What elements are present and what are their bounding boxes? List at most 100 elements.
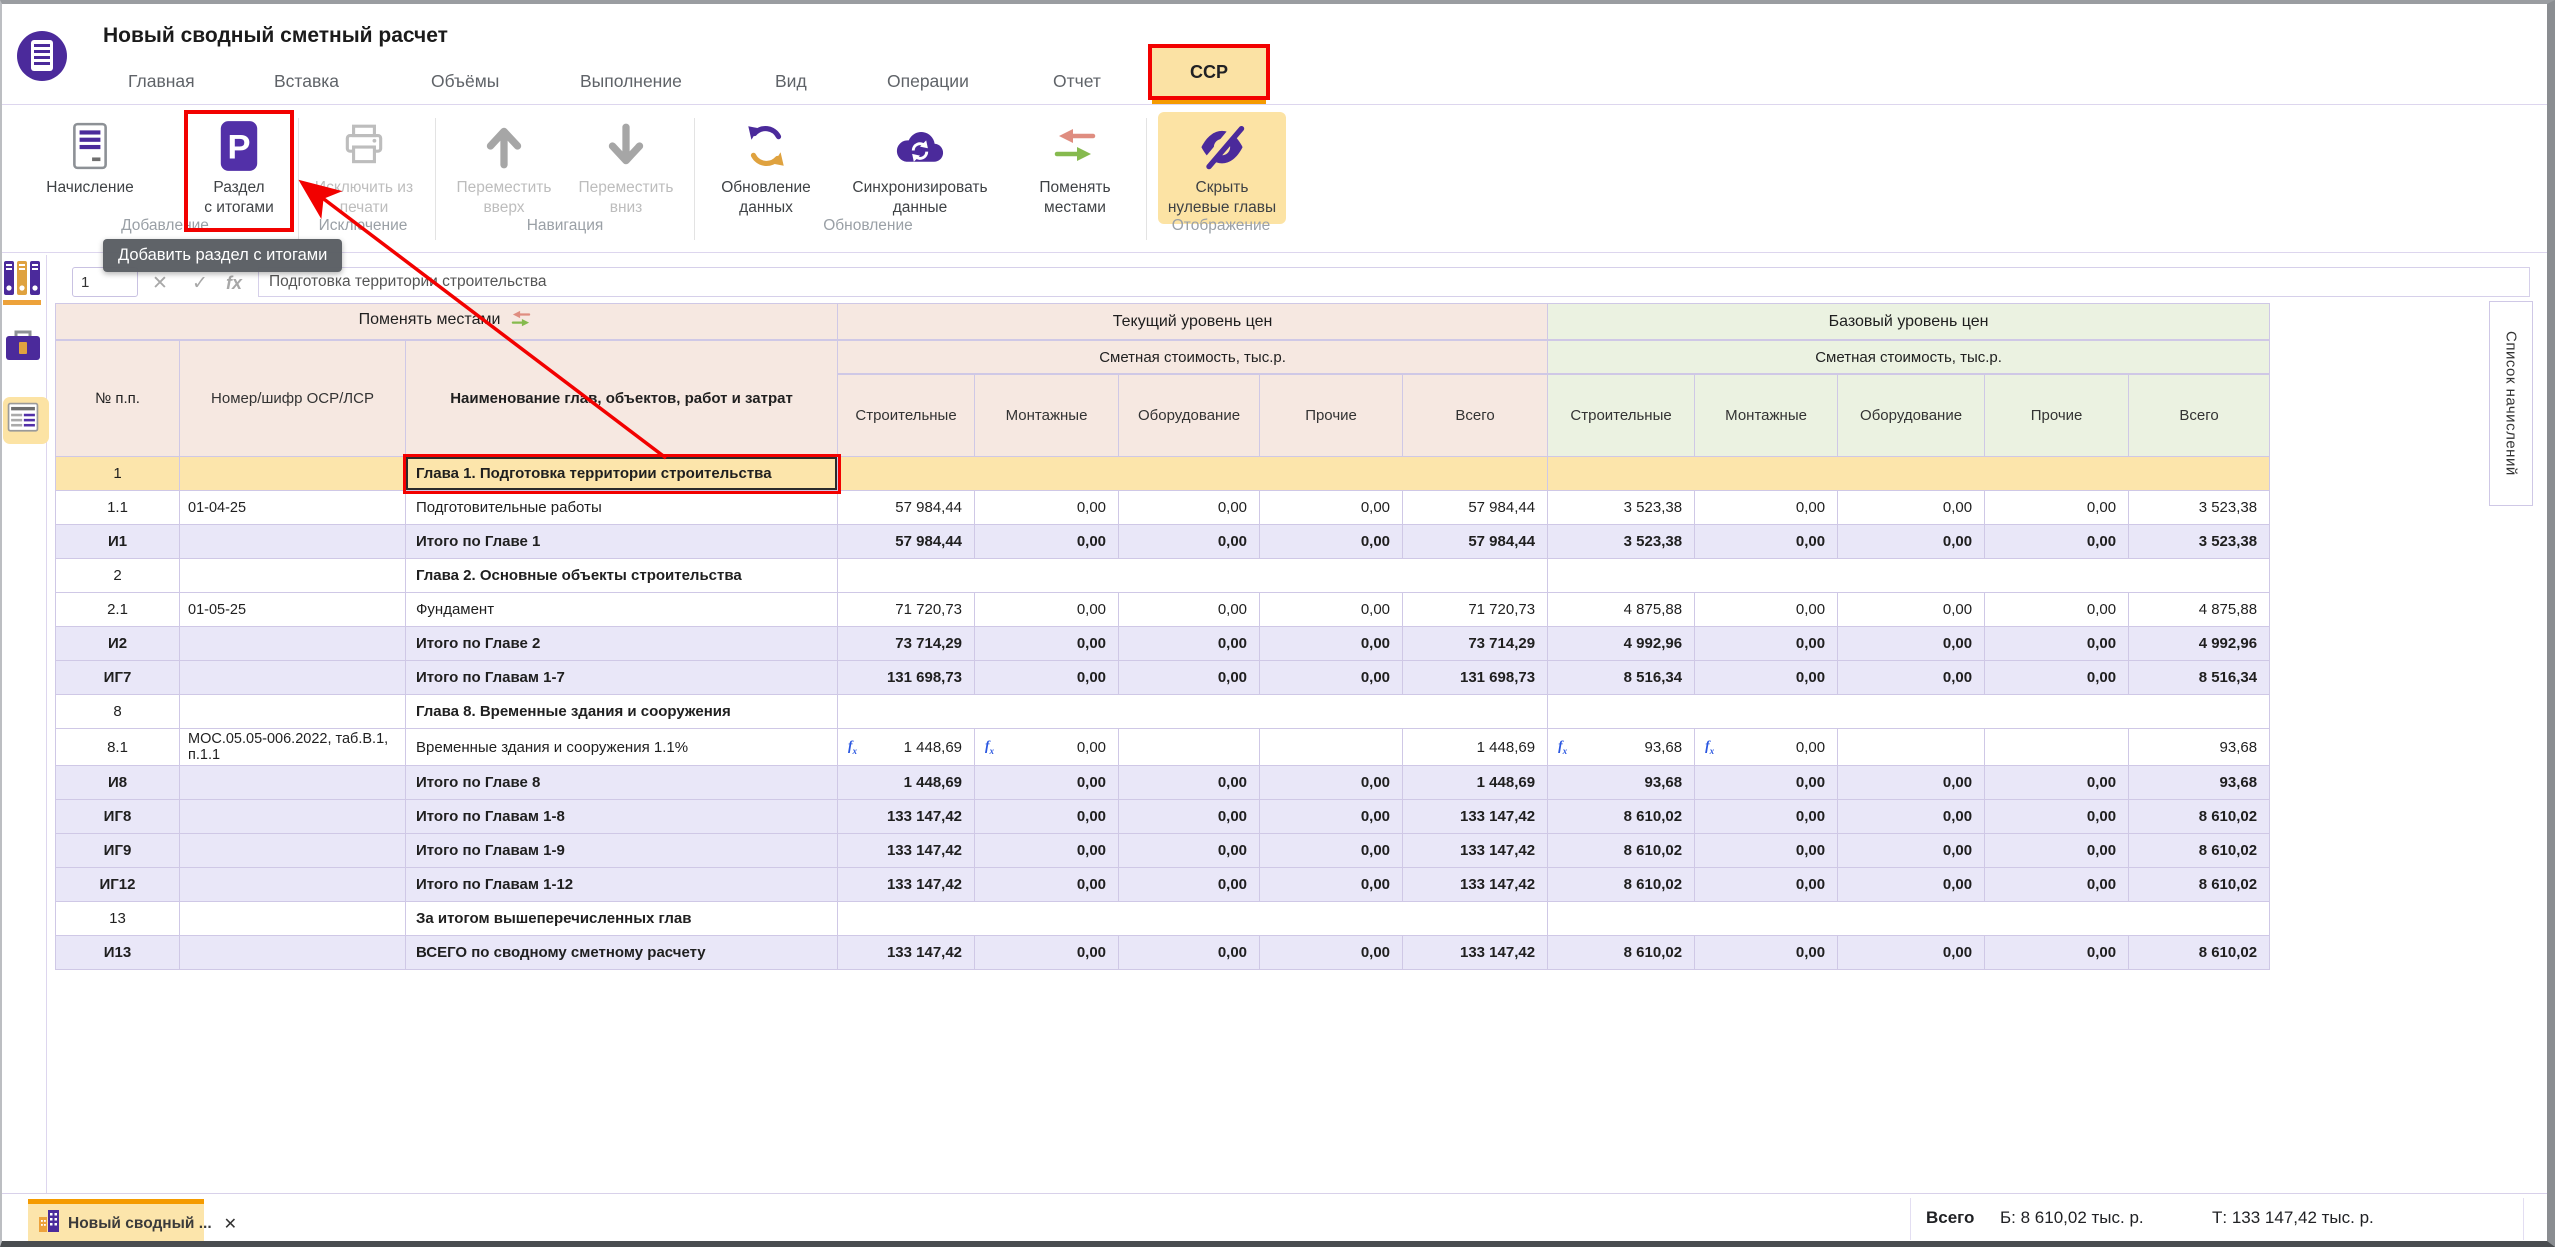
table-cell[interactable]: 0,00 bbox=[1695, 834, 1838, 868]
table-cell[interactable]: 8 610,02 bbox=[1548, 868, 1695, 902]
table-cell[interactable]: 0,00 bbox=[1119, 627, 1260, 661]
column-header[interactable]: Всего bbox=[1403, 374, 1548, 457]
table-cell[interactable]: 1 448,69 bbox=[838, 766, 975, 800]
tab-vstavka[interactable]: Вставка bbox=[274, 62, 339, 100]
column-header[interactable]: Прочие bbox=[1985, 374, 2129, 457]
table-cell[interactable]: 93,68 bbox=[1548, 766, 1695, 800]
table-cell[interactable]: ИГ9 bbox=[55, 834, 180, 868]
table-cell[interactable]: 133 147,42 bbox=[1403, 868, 1548, 902]
table-cell[interactable]: 3 523,38 bbox=[1548, 491, 1695, 525]
table-cell[interactable]: 133 147,42 bbox=[838, 936, 975, 970]
table-cell[interactable]: fx0,00 bbox=[975, 729, 1119, 766]
column-header-name[interactable]: Наименование глав, объектов, работ и зат… bbox=[406, 340, 838, 457]
table-cell[interactable]: 133 147,42 bbox=[1403, 936, 1548, 970]
table-cell[interactable]: 133 147,42 bbox=[838, 800, 975, 834]
table-cell[interactable]: 93,68 bbox=[2129, 766, 2270, 800]
table-cell[interactable]: Итого по Главам 1-7 bbox=[406, 661, 838, 695]
table-cell[interactable]: ИГ8 bbox=[55, 800, 180, 834]
table-cell[interactable]: 0,00 bbox=[1260, 766, 1403, 800]
table-cell[interactable] bbox=[838, 559, 1548, 593]
table-cell[interactable]: 8 610,02 bbox=[1548, 936, 1695, 970]
table-cell[interactable]: 0,00 bbox=[1838, 525, 1985, 559]
table-cell[interactable]: 0,00 bbox=[1695, 627, 1838, 661]
table-cell[interactable]: 0,00 bbox=[1838, 491, 1985, 525]
table-cell[interactable]: 0,00 bbox=[1119, 491, 1260, 525]
table-cell[interactable]: 0,00 bbox=[1838, 834, 1985, 868]
table-cell[interactable]: 0,00 bbox=[1838, 868, 1985, 902]
table-cell[interactable]: 0,00 bbox=[1985, 661, 2129, 695]
tab-vid[interactable]: Вид bbox=[775, 62, 807, 100]
table-cell[interactable]: 0,00 bbox=[1985, 834, 2129, 868]
table-cell[interactable]: 0,00 bbox=[1119, 593, 1260, 627]
table-cell[interactable] bbox=[1119, 729, 1260, 766]
table-cell[interactable]: ИГ12 bbox=[55, 868, 180, 902]
table-cell[interactable]: 71 720,73 bbox=[1403, 593, 1548, 627]
table-cell[interactable] bbox=[180, 834, 406, 868]
peremestit-vverh-button[interactable]: Переместить вверх bbox=[448, 114, 560, 218]
table-cell[interactable]: 57 984,44 bbox=[838, 525, 975, 559]
table-cell[interactable]: 0,00 bbox=[975, 766, 1119, 800]
table-cell[interactable] bbox=[1838, 729, 1985, 766]
table-cell[interactable]: 57 984,44 bbox=[838, 491, 975, 525]
table-cell[interactable]: 133 147,42 bbox=[1403, 800, 1548, 834]
table-cell[interactable]: 0,00 bbox=[1119, 525, 1260, 559]
close-icon[interactable]: ✕ bbox=[224, 1214, 237, 1234]
table-cell[interactable]: 0,00 bbox=[975, 936, 1119, 970]
table-cell[interactable]: 57 984,44 bbox=[1403, 491, 1548, 525]
table-cell[interactable] bbox=[838, 457, 1548, 491]
table-cell[interactable]: 0,00 bbox=[1119, 936, 1260, 970]
confirm-icon[interactable]: ✓ bbox=[192, 268, 208, 298]
table-cell[interactable]: 2.1 bbox=[55, 593, 180, 627]
table-cell[interactable] bbox=[1985, 729, 2129, 766]
tab-glavnaya[interactable]: Главная bbox=[128, 62, 195, 100]
table-cell[interactable]: 0,00 bbox=[1838, 766, 1985, 800]
table-cell[interactable]: Временные здания и сооружения 1.1% bbox=[406, 729, 838, 766]
table-cell[interactable]: Подготовительные работы bbox=[406, 491, 838, 525]
table-cell[interactable]: 3 523,38 bbox=[2129, 525, 2270, 559]
table-cell[interactable]: 8 516,34 bbox=[2129, 661, 2270, 695]
table-cell[interactable]: 0,00 bbox=[1838, 593, 1985, 627]
table-cell[interactable]: 0,00 bbox=[1260, 834, 1403, 868]
table-cell[interactable] bbox=[1548, 695, 2270, 729]
table-cell[interactable]: Итого по Главам 1-12 bbox=[406, 868, 838, 902]
table-cell[interactable]: 0,00 bbox=[1838, 627, 1985, 661]
table-cell[interactable] bbox=[1548, 457, 2270, 491]
table-cell[interactable] bbox=[838, 695, 1548, 729]
isklyuchit-iz-pechati-button[interactable]: Исключить из печати bbox=[305, 114, 423, 218]
column-header[interactable]: Оборудование bbox=[1119, 374, 1260, 457]
table-cell[interactable]: 0,00 bbox=[1260, 627, 1403, 661]
table-cell[interactable] bbox=[838, 902, 1548, 936]
table-cell[interactable]: 0,00 bbox=[1119, 834, 1260, 868]
table-cell[interactable] bbox=[180, 936, 406, 970]
side-tab-spisok-nachisleniy[interactable]: Список начислений bbox=[2489, 301, 2533, 506]
table-cell[interactable] bbox=[180, 695, 406, 729]
binders-icon[interactable] bbox=[3, 259, 43, 312]
table-cell[interactable]: 0,00 bbox=[975, 800, 1119, 834]
table-cell[interactable]: 4 992,96 bbox=[1548, 627, 1695, 661]
header-swap-group[interactable]: Поменять местами bbox=[55, 303, 838, 340]
formula-input[interactable]: Подготовка территории строительства bbox=[258, 267, 2530, 297]
table-cell[interactable]: 0,00 bbox=[975, 593, 1119, 627]
tab-operacii[interactable]: Операции bbox=[887, 62, 969, 100]
table-cell[interactable]: 0,00 bbox=[1695, 661, 1838, 695]
table-cell[interactable]: 1.1 bbox=[55, 491, 180, 525]
table-cell[interactable]: И13 bbox=[55, 936, 180, 970]
table-cell[interactable]: 3 523,38 bbox=[1548, 525, 1695, 559]
table-cell[interactable]: 0,00 bbox=[1695, 491, 1838, 525]
table-cell[interactable]: 0,00 bbox=[1838, 661, 1985, 695]
table-cell[interactable] bbox=[180, 559, 406, 593]
column-header[interactable]: Строительные bbox=[838, 374, 975, 457]
table-cell[interactable]: 0,00 bbox=[1260, 491, 1403, 525]
table-cell[interactable]: И8 bbox=[55, 766, 180, 800]
tab-vypolnenie[interactable]: Выполнение bbox=[580, 62, 682, 100]
column-header[interactable]: Монтажные bbox=[1695, 374, 1838, 457]
cancel-icon[interactable]: ✕ bbox=[152, 268, 168, 298]
table-cell[interactable] bbox=[180, 661, 406, 695]
table-cell[interactable]: 0,00 bbox=[1838, 800, 1985, 834]
table-cell[interactable]: 8 610,02 bbox=[2129, 800, 2270, 834]
table-cell[interactable]: 0,00 bbox=[975, 491, 1119, 525]
table-cell[interactable]: 2 bbox=[55, 559, 180, 593]
table-cell[interactable]: 0,00 bbox=[1695, 868, 1838, 902]
fx-icon[interactable]: fx bbox=[226, 268, 242, 298]
table-cell[interactable] bbox=[180, 457, 406, 491]
